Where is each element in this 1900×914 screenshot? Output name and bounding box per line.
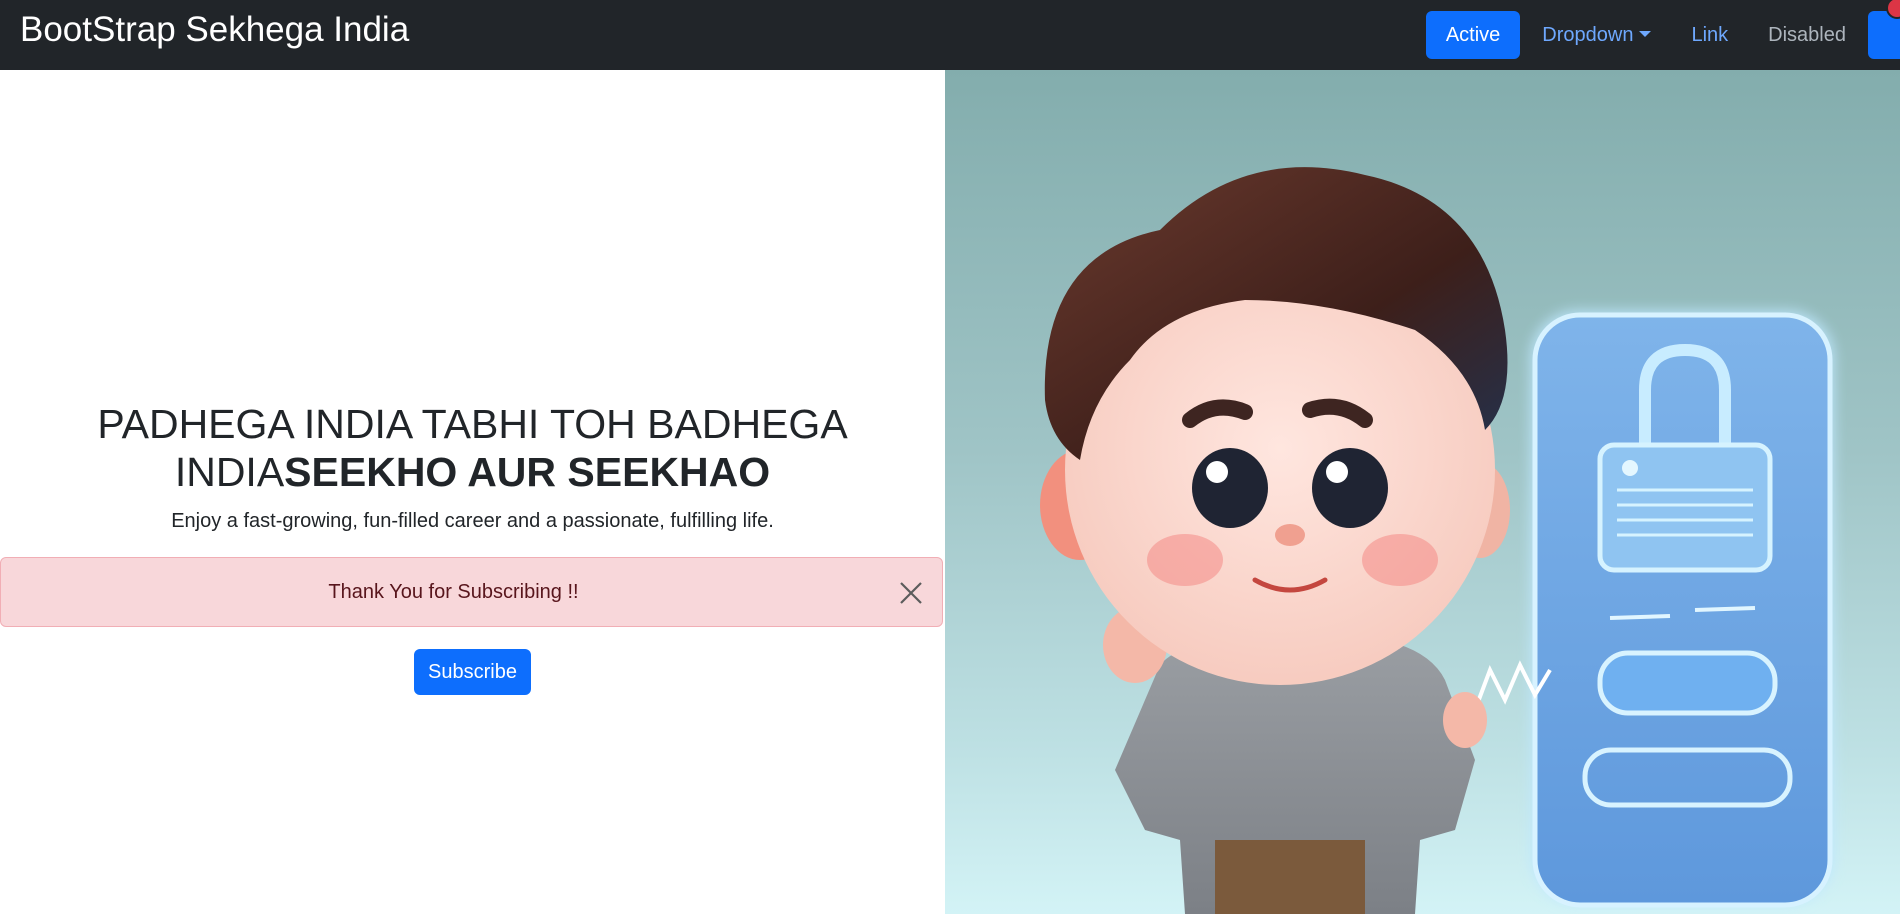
- hero-content: PADHEGA INDIA TABHI TOH BADHEGA INDIASEE…: [0, 70, 945, 914]
- navbar-action-button[interactable]: [1868, 0, 1900, 59]
- subscription-alert: Thank You for Subscribing !!: [0, 557, 943, 627]
- nav-menu: Active Dropdown Link Disabled: [1425, 0, 1900, 60]
- nav-item-link[interactable]: Link: [1671, 11, 1748, 59]
- alert-message: Thank You for Subscribing !!: [328, 581, 579, 603]
- hero-headline: PADHEGA INDIA TABHI TOH BADHEGA INDIASEE…: [0, 400, 945, 496]
- hero-lead: Enjoy a fast-growing, fun-filled career …: [171, 510, 774, 532]
- close-icon[interactable]: [898, 580, 924, 606]
- cartoon-boy-with-phone-lock-illustration: [1040, 167, 1835, 914]
- nav-item-active[interactable]: Active: [1425, 11, 1521, 59]
- subscribe-button[interactable]: Subscribe: [414, 649, 531, 695]
- navbar: BootStrap Sekhega India Active Dropdown …: [0, 0, 1900, 70]
- hero-headline-bold: SEEKHO AUR SEEKHAO: [284, 449, 771, 495]
- hero-illustration: [945, 70, 1900, 914]
- brand-logo[interactable]: BootStrap Sekhega India: [20, 10, 409, 50]
- notification-badge: [1886, 0, 1900, 19]
- caret-down-icon: [1639, 30, 1652, 37]
- nav-item-dropdown[interactable]: Dropdown: [1522, 11, 1671, 59]
- nav-item-disabled: Disabled: [1768, 24, 1846, 46]
- nav-item-dropdown-label: Dropdown: [1542, 24, 1634, 46]
